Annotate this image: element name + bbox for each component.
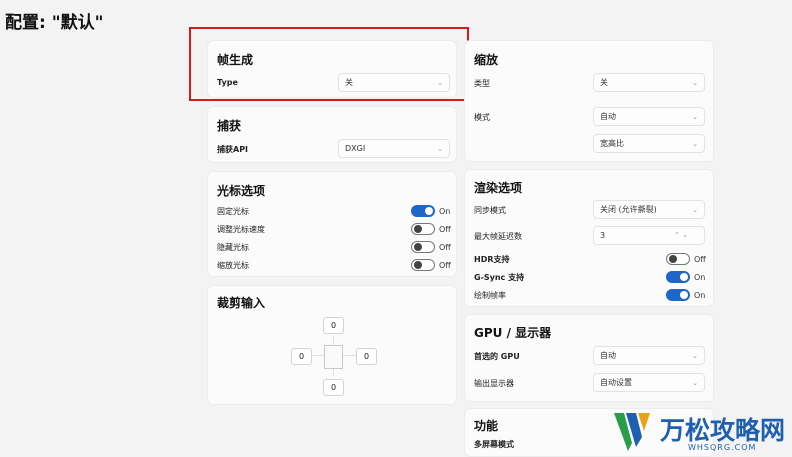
cursor-title: 光标选项 <box>217 184 266 198</box>
chevron-down-icon: ⌄ <box>692 352 698 360</box>
toggle-state: Off <box>439 224 451 234</box>
hdr-label: HDR支持 <box>474 255 510 264</box>
watermark: 万松攻略网 WHSQRG.COM <box>610 405 792 457</box>
capture-api-label: 捕获API <box>217 145 249 154</box>
capture-title: 捕获 <box>217 119 242 133</box>
chevron-down-icon: ⌄ <box>692 140 698 148</box>
crop-top-input[interactable]: 0 <box>323 317 344 334</box>
capture-api-select[interactable]: DXGI ⌄ <box>338 139 450 158</box>
watermark-text: 万松攻略网 <box>660 416 786 445</box>
scaling-mode-label: 模式 <box>474 113 490 122</box>
chevron-down-icon: ⌄ <box>692 113 698 121</box>
toggle-state: Off <box>694 254 706 264</box>
crop-preview <box>324 345 343 369</box>
toggle-state: On <box>694 272 706 282</box>
scaling-mode-select[interactable]: 自动 ⌄ <box>593 107 705 126</box>
output-display-value: 自动设置 <box>600 378 632 387</box>
sync-mode-label: 同步模式 <box>474 206 506 215</box>
scale-cursor-toggle[interactable]: Off <box>411 259 453 271</box>
multi-screen-label: 多屏幕模式 <box>474 440 514 449</box>
preferred-gpu-label: 首选的 GPU <box>474 352 520 361</box>
crop-right-input[interactable]: 0 <box>356 348 377 365</box>
scaling-card: 缩放 类型 关 ⌄ 模式 自动 ⌄ 宽高比 ⌄ <box>464 40 714 162</box>
crop-left-input[interactable]: 0 <box>291 348 312 365</box>
hide-cursor-toggle[interactable]: Off <box>411 241 453 253</box>
cursor-item-label: 固定光标 <box>217 207 249 216</box>
scaling-aspect-select[interactable]: 宽高比 ⌄ <box>593 134 705 153</box>
sync-mode-value: 关闭 (允许撕裂) <box>600 205 657 214</box>
cursor-speed-toggle[interactable]: Off <box>411 223 453 235</box>
preferred-gpu-value: 自动 <box>600 351 616 360</box>
watermark-logo-icon <box>614 413 650 451</box>
features-title: 功能 <box>474 419 499 433</box>
draw-fps-label: 绘制帧率 <box>474 291 506 300</box>
chevron-down-icon: ⌄ <box>692 79 698 87</box>
gpu-title: GPU / 显示器 <box>474 326 552 340</box>
toggle-state: On <box>439 206 451 216</box>
gsync-label: G-Sync 支持 <box>474 273 525 282</box>
highlight-box <box>189 27 469 101</box>
max-frames-value: 3 <box>600 231 606 240</box>
crop-bottom-input[interactable]: 0 <box>323 379 344 396</box>
chevron-down-icon: ⌄ <box>437 145 443 153</box>
scaling-type-label: 类型 <box>474 79 490 88</box>
scaling-aspect-value: 宽高比 <box>600 139 624 148</box>
output-display-label: 输出显示器 <box>474 379 514 388</box>
cursor-item-label: 隐藏光标 <box>217 243 249 252</box>
toggle-state: Off <box>439 242 451 252</box>
gpu-card: GPU / 显示器 首选的 GPU 自动 ⌄ 输出显示器 自动设置 ⌄ <box>464 314 714 402</box>
toggle-state: On <box>694 290 706 300</box>
page-title: 配置: "默认" <box>5 13 104 33</box>
capture-api-value: DXGI <box>345 144 366 153</box>
output-display-select[interactable]: 自动设置 ⌄ <box>593 373 705 392</box>
cursor-card: 光标选项 固定光标 On 调整光标速度 Off 隐藏光标 Off 缩放光标 Of… <box>207 171 457 277</box>
gsync-toggle[interactable]: On <box>666 271 708 283</box>
scaling-type-value: 关 <box>600 78 608 87</box>
watermark-subtext: WHSQRG.COM <box>688 443 757 452</box>
sync-mode-select[interactable]: 关闭 (允许撕裂) ⌄ <box>593 200 705 219</box>
cursor-item-label: 调整光标速度 <box>217 225 265 234</box>
fix-cursor-toggle[interactable]: On <box>411 205 453 217</box>
render-title: 渲染选项 <box>474 181 523 195</box>
chevron-down-icon: ⌄ <box>692 379 698 387</box>
hdr-toggle[interactable]: Off <box>666 253 708 265</box>
max-frames-label: 最大帧延迟数 <box>474 232 522 241</box>
crop-card: 裁剪输入 0 0 0 0 <box>207 285 457 405</box>
render-card: 渲染选项 同步模式 关闭 (允许撕裂) ⌄ 最大帧延迟数 3 ⌃ ⌄ HDR支持… <box>464 169 714 307</box>
scaling-type-select[interactable]: 关 ⌄ <box>593 73 705 92</box>
scaling-mode-value: 自动 <box>600 112 616 121</box>
preferred-gpu-select[interactable]: 自动 ⌄ <box>593 346 705 365</box>
toggle-state: Off <box>439 260 451 270</box>
crop-title: 裁剪输入 <box>217 296 266 310</box>
chevron-down-icon: ⌄ <box>692 206 698 214</box>
stepper-arrows-icon[interactable]: ⌃ ⌄ <box>674 230 688 240</box>
capture-card: 捕获 捕获API DXGI ⌄ <box>207 106 457 163</box>
max-frames-input[interactable]: 3 ⌃ ⌄ <box>593 226 705 245</box>
scaling-title: 缩放 <box>474 53 499 67</box>
draw-fps-toggle[interactable]: On <box>666 289 708 301</box>
cursor-item-label: 缩放光标 <box>217 261 249 270</box>
